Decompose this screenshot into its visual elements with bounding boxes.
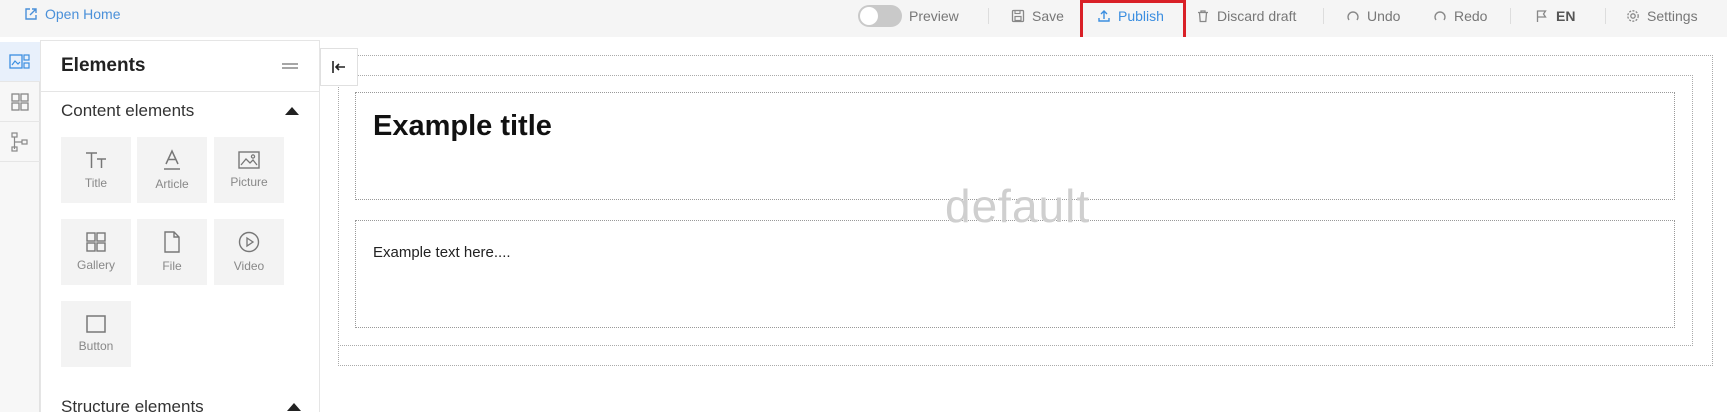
elements-icon [9, 53, 30, 69]
element-label: File [162, 259, 182, 273]
undo-icon [1347, 11, 1359, 21]
element-picture[interactable]: Picture [214, 137, 284, 203]
menu-icon[interactable] [281, 61, 299, 71]
discard-draft-button[interactable]: Discard draft [1196, 6, 1296, 26]
elements-panel: Elements Content elements Title Article … [40, 40, 320, 412]
preview-toggle[interactable]: Preview [858, 5, 959, 27]
element-file[interactable]: File [137, 219, 207, 285]
grid-icon [11, 92, 29, 111]
tab-structure[interactable] [0, 122, 40, 162]
article-icon [164, 149, 180, 170]
structure-elements-header[interactable]: Structure elements [41, 388, 319, 412]
language-selector[interactable]: EN [1535, 6, 1575, 26]
text-block[interactable]: Example text here.... [355, 220, 1675, 328]
tab-layouts[interactable] [0, 82, 40, 122]
element-label: Title [84, 176, 108, 190]
element-article[interactable]: Article [137, 137, 207, 203]
button-icon [86, 315, 106, 333]
save-label: Save [1032, 8, 1064, 24]
language-code: EN [1556, 8, 1576, 24]
top-toolbar: Open Home Preview Save Publish Discard d… [0, 0, 1727, 42]
gallery-icon [86, 232, 106, 252]
settings-label: Settings [1647, 8, 1698, 24]
element-button[interactable]: Button [61, 301, 131, 367]
sidebar-tabs [0, 42, 40, 412]
open-home-label: Open Home [45, 6, 121, 22]
video-icon [238, 231, 260, 253]
structure-elements-title: Structure elements [61, 397, 204, 412]
content-elements-title: Content elements [61, 101, 195, 120]
picture-icon [238, 151, 260, 169]
content-elements-header[interactable]: Content elements [41, 92, 319, 130]
publish-label: Publish [1118, 8, 1164, 24]
undo-label: Undo [1367, 8, 1401, 24]
tree-icon [11, 131, 28, 152]
upload-icon [1098, 10, 1110, 22]
element-label: Video [233, 259, 265, 273]
settings-button[interactable]: Settings [1626, 6, 1698, 26]
title-icon [86, 152, 106, 168]
gear-icon [1627, 10, 1639, 22]
publish-button[interactable]: Publish [1097, 6, 1164, 26]
preview-label: Preview [909, 8, 959, 24]
collapse-panel-button[interactable] [320, 48, 358, 86]
layout-watermark: default [945, 180, 1091, 232]
editor-canvas: Example title Example text here.... defa… [320, 37, 1727, 412]
open-home-link[interactable]: Open Home [24, 5, 120, 23]
element-label: Gallery [76, 258, 115, 272]
element-label: Article [155, 177, 189, 191]
element-video[interactable]: Video [214, 219, 284, 285]
tab-elements[interactable] [0, 42, 40, 82]
save-icon [1011, 9, 1025, 23]
element-title[interactable]: Title [61, 137, 131, 203]
element-label: Button [78, 339, 114, 353]
discard-label: Discard draft [1217, 8, 1297, 24]
element-gallery[interactable]: Gallery [61, 219, 131, 285]
external-link-icon [25, 8, 37, 20]
panel-title: Elements [61, 55, 146, 76]
redo-button[interactable]: Redo [1433, 6, 1487, 26]
example-text[interactable]: Example text here.... [373, 244, 511, 261]
undo-button[interactable]: Undo [1346, 6, 1400, 26]
save-button[interactable]: Save [1011, 6, 1064, 26]
element-label: Picture [230, 175, 268, 189]
toggle-switch[interactable] [858, 5, 902, 27]
redo-icon [1434, 11, 1446, 21]
collapse-caret-icon[interactable] [285, 107, 299, 115]
example-title[interactable]: Example title [373, 110, 552, 143]
collapse-left-icon [332, 61, 345, 73]
collapse-caret-icon[interactable] [287, 403, 301, 411]
file-icon [164, 231, 180, 253]
trash-icon [1198, 10, 1208, 23]
flag-icon [1536, 10, 1547, 22]
redo-label: Redo [1454, 8, 1488, 24]
